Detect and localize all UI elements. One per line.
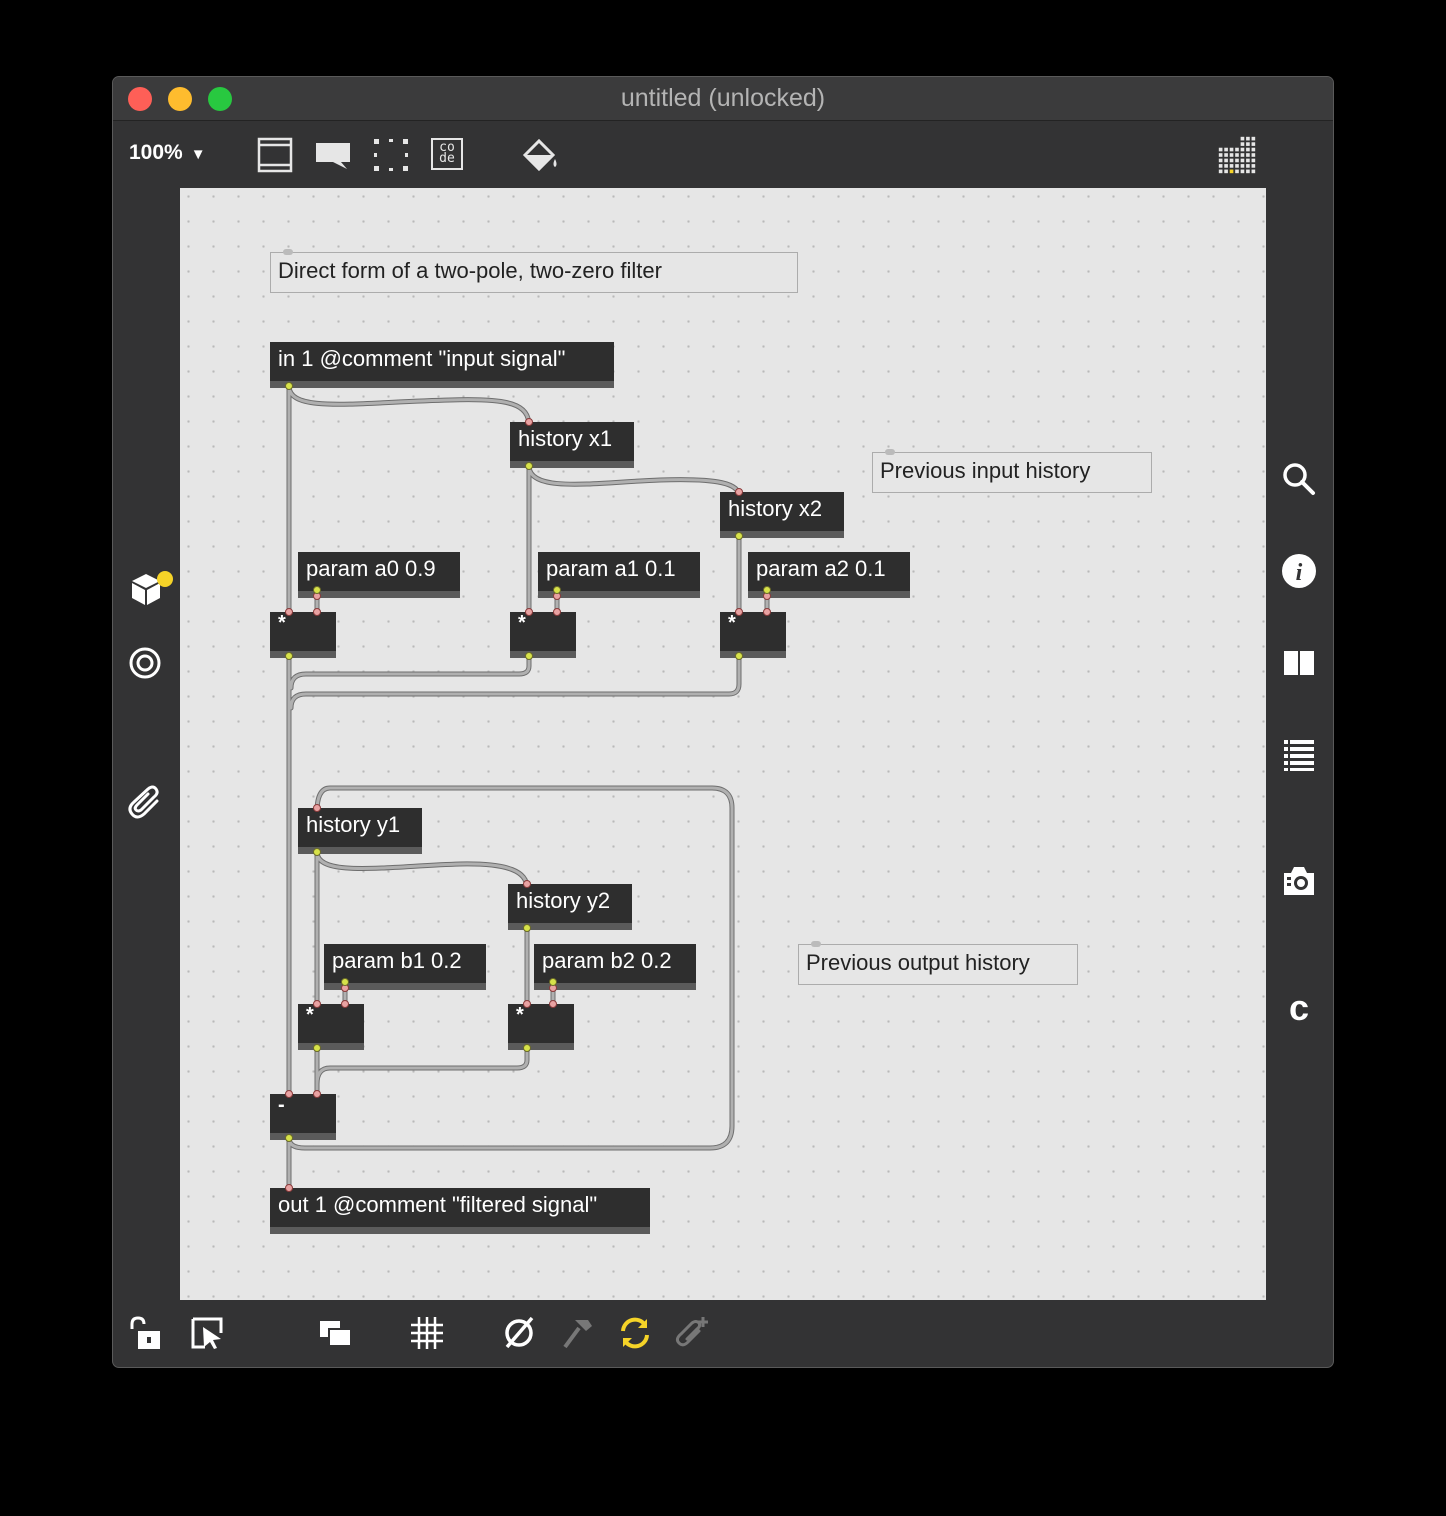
inlet-port[interactable] xyxy=(553,608,561,616)
inlet-port[interactable] xyxy=(735,488,743,496)
object-multiply-a2[interactable]: * xyxy=(720,612,786,658)
object-multiply-a1[interactable]: * xyxy=(510,612,576,658)
target-icon[interactable] xyxy=(127,645,163,681)
outlet-port[interactable] xyxy=(735,652,743,660)
refresh-icon[interactable] xyxy=(617,1315,653,1351)
svg-text:i: i xyxy=(1296,560,1303,586)
outlet-port[interactable] xyxy=(549,978,557,986)
grid-view-icon[interactable] xyxy=(1217,135,1257,175)
object-param-a2[interactable]: param a2 0.1 xyxy=(748,552,910,598)
outlet-port[interactable] xyxy=(763,586,771,594)
object-param-a1[interactable]: param a1 0.1 xyxy=(538,552,700,598)
outlet-port[interactable] xyxy=(341,978,349,986)
comment-title[interactable]: Direct form of a two-pole, two-zero filt… xyxy=(270,249,798,293)
list-icon[interactable] xyxy=(1281,737,1317,773)
title-bar: untitled (unlocked) xyxy=(113,77,1333,121)
package-icon[interactable] xyxy=(129,569,175,609)
mute-icon[interactable] xyxy=(501,1315,537,1351)
patch-cord-shadow xyxy=(286,383,532,429)
inlet-port[interactable] xyxy=(549,1000,557,1008)
lock-icon[interactable] xyxy=(127,1315,163,1351)
object-multiply-b2[interactable]: * xyxy=(508,1004,574,1050)
camera-icon[interactable] xyxy=(1281,863,1317,899)
inlet-port[interactable] xyxy=(285,608,293,616)
patch-cord-shadow xyxy=(314,849,530,891)
outlet-port[interactable] xyxy=(285,382,293,390)
object-param-b2[interactable]: param b2 0.2 xyxy=(534,944,696,990)
layers-icon[interactable] xyxy=(317,1315,353,1351)
object-subtract[interactable]: - xyxy=(270,1094,336,1140)
inlet-port[interactable] xyxy=(523,1000,531,1008)
inlet-port[interactable] xyxy=(523,880,531,888)
add-clip-icon[interactable] xyxy=(675,1315,711,1351)
patch-cord-shadow xyxy=(314,1045,530,1101)
inlet-port[interactable] xyxy=(285,1090,293,1098)
object-box-icon[interactable] xyxy=(371,135,411,175)
object-out1[interactable]: out 1 @comment "filtered signal" xyxy=(270,1188,650,1234)
patch-cord-shadow xyxy=(288,653,532,691)
clipping-icon[interactable]: c xyxy=(1281,989,1317,1025)
svg-text:c: c xyxy=(1289,989,1309,1025)
comment-handle xyxy=(283,249,293,255)
inlet-port[interactable] xyxy=(313,1000,321,1008)
zoom-value: 100% xyxy=(129,141,183,164)
comment-title-text: Direct form of a two-pole, two-zero filt… xyxy=(278,258,662,283)
presentation-select-icon[interactable] xyxy=(189,1315,225,1351)
paperclip-icon[interactable] xyxy=(127,783,163,819)
inlet-port[interactable] xyxy=(285,1184,293,1192)
outlet-port[interactable] xyxy=(285,652,293,660)
inlet-port[interactable] xyxy=(525,418,533,426)
code-icon[interactable]: co de xyxy=(431,138,463,170)
inlet-port[interactable] xyxy=(313,1090,321,1098)
outlet-port[interactable] xyxy=(313,1044,321,1052)
grid-icon[interactable] xyxy=(409,1315,445,1351)
comment-icon[interactable] xyxy=(313,135,353,175)
object-in1[interactable]: in 1 @comment "input signal" xyxy=(270,342,614,388)
outlet-port[interactable] xyxy=(525,462,533,470)
outlet-port[interactable] xyxy=(523,924,531,932)
outlet-port[interactable] xyxy=(285,1134,293,1142)
patcher-window: untitled (unlocked) 100% ▼ co de i c Dir… xyxy=(112,76,1334,1368)
patch-cord-shadow xyxy=(288,653,742,711)
comment-handle xyxy=(885,449,895,455)
inlet-port[interactable] xyxy=(763,608,771,616)
inlet-port[interactable] xyxy=(735,608,743,616)
object-param-a0[interactable]: param a0 0.9 xyxy=(298,552,460,598)
hammer-icon[interactable] xyxy=(559,1315,595,1351)
comment-input-history[interactable]: Previous input history xyxy=(872,449,1152,493)
inlet-port[interactable] xyxy=(313,608,321,616)
patch-cord[interactable] xyxy=(289,654,741,710)
window-title: untitled (unlocked) xyxy=(620,84,826,112)
outlet-port[interactable] xyxy=(313,586,321,594)
paint-bucket-icon[interactable] xyxy=(519,135,559,175)
patch-cord[interactable] xyxy=(315,1046,529,1100)
inlet-port[interactable] xyxy=(341,1000,349,1008)
object-multiply-a0[interactable]: * xyxy=(270,612,336,658)
columns-icon[interactable] xyxy=(1281,645,1317,681)
inlet-port[interactable] xyxy=(313,804,321,812)
outlet-port[interactable] xyxy=(553,586,561,594)
zoom-dropdown[interactable]: 100% ▼ xyxy=(129,141,206,165)
presentation-icon[interactable] xyxy=(255,135,295,175)
chevron-down-icon: ▼ xyxy=(190,146,206,163)
outlet-port[interactable] xyxy=(313,848,321,856)
outlet-port[interactable] xyxy=(525,652,533,660)
patch-cord[interactable] xyxy=(527,464,741,498)
patcher-canvas[interactable]: Direct form of a two-pole, two-zero filt… xyxy=(180,188,1266,1300)
toolbar: 100% ▼ co de xyxy=(113,121,1333,189)
search-icon[interactable] xyxy=(1281,461,1317,497)
outlet-port[interactable] xyxy=(735,532,743,540)
comment-output-history-text: Previous output history xyxy=(806,950,1030,975)
inlet-port[interactable] xyxy=(525,608,533,616)
comment-output-history[interactable]: Previous output history xyxy=(798,941,1078,985)
comment-handle xyxy=(811,941,821,947)
info-icon[interactable]: i xyxy=(1281,553,1317,589)
comment-input-history-text: Previous input history xyxy=(880,458,1091,483)
outlet-port[interactable] xyxy=(523,1044,531,1052)
object-multiply-b1[interactable]: * xyxy=(298,1004,364,1050)
